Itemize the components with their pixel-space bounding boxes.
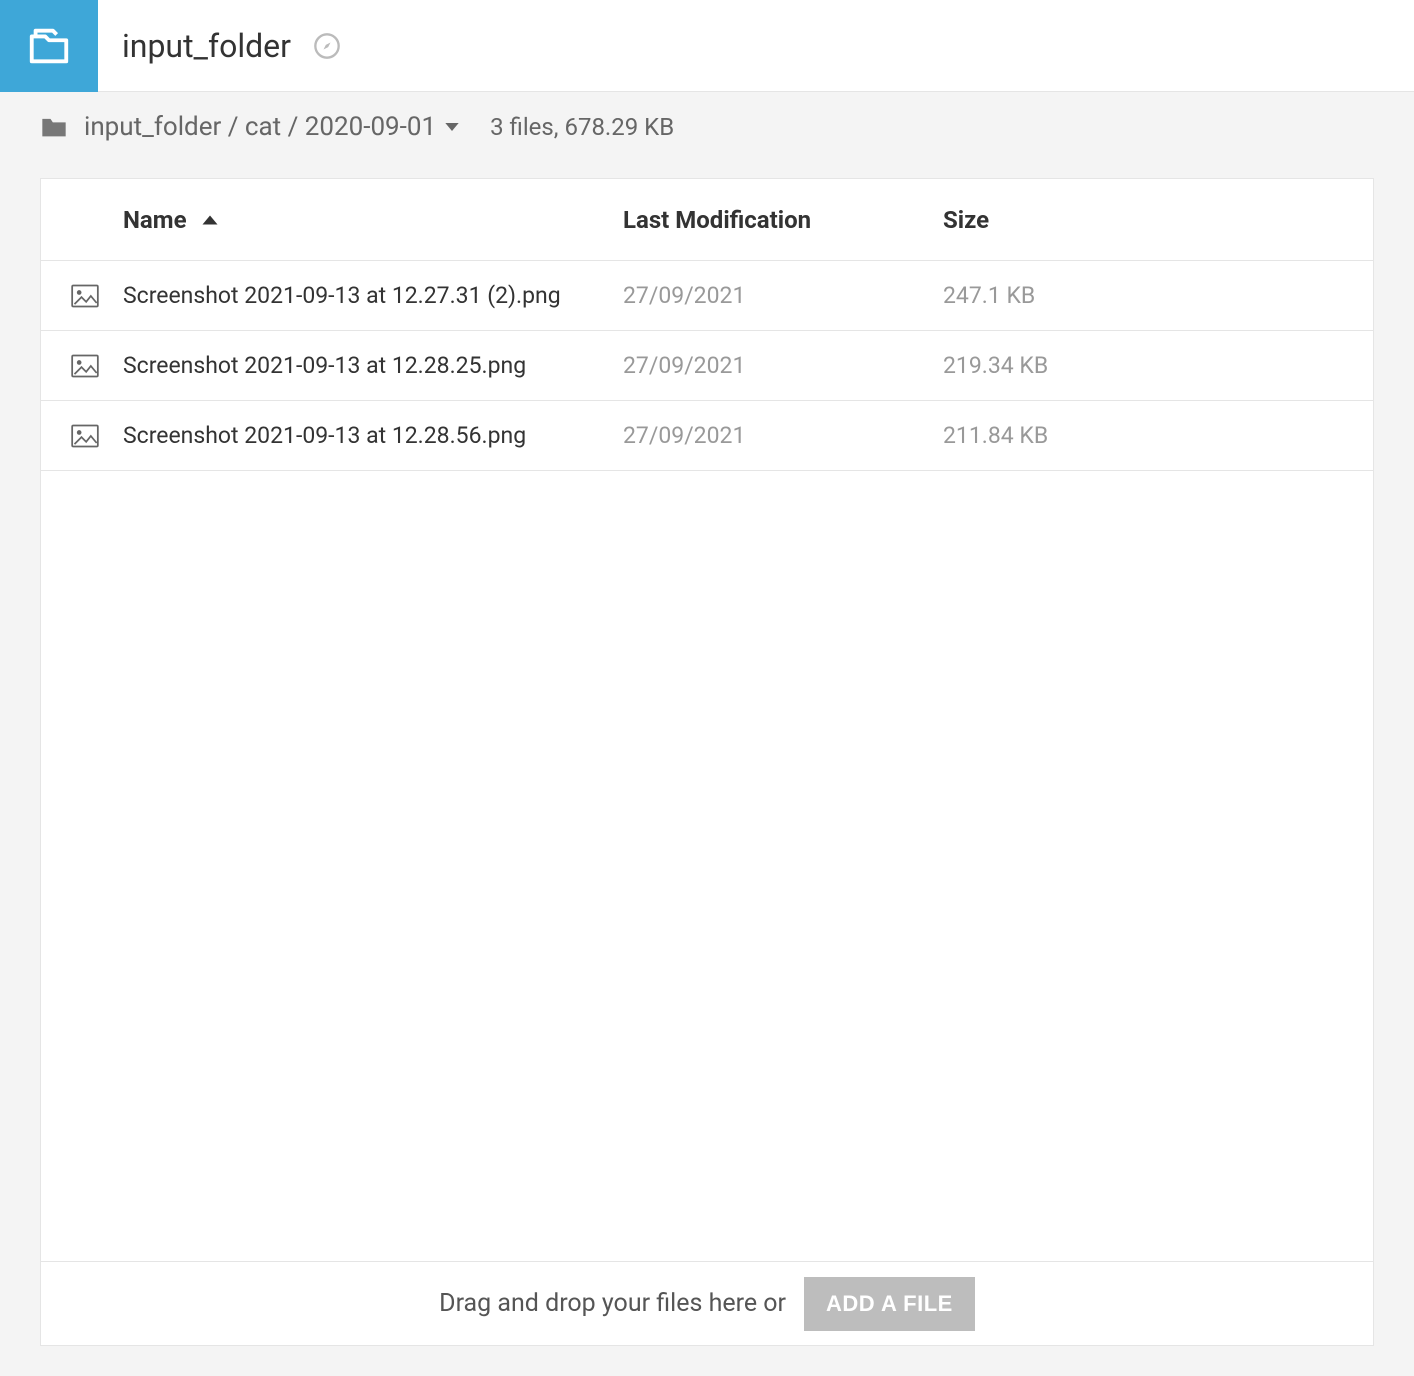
add-file-button[interactable]: ADD A FILE xyxy=(804,1277,975,1331)
drop-zone[interactable]: Drag and drop your files here or ADD A F… xyxy=(41,1261,1373,1345)
table-row[interactable]: Screenshot 2021-09-13 at 12.27.31 (2).pn… xyxy=(41,261,1373,331)
table-body: Screenshot 2021-09-13 at 12.27.31 (2).pn… xyxy=(41,261,1373,1261)
breadcrumb-bar: input_folder / cat / 2020-09-01 3 files,… xyxy=(0,92,1414,162)
chevron-down-icon xyxy=(444,121,460,133)
file-name: Screenshot 2021-09-13 at 12.28.56.png xyxy=(123,422,623,449)
image-icon xyxy=(71,424,123,448)
column-name-label: Name xyxy=(123,206,187,234)
folder-icon xyxy=(40,115,68,139)
page-title: input_folder xyxy=(122,27,291,65)
file-name: Screenshot 2021-09-13 at 12.28.25.png xyxy=(123,352,623,379)
header: input_folder xyxy=(0,0,1414,92)
file-modified: 27/09/2021 xyxy=(623,352,943,379)
table-header: Name Last Modification Size xyxy=(41,179,1373,261)
sort-asc-icon xyxy=(201,213,219,227)
drop-text: Drag and drop your files here or xyxy=(439,1289,786,1318)
file-size: 247.1 KB xyxy=(943,282,1203,309)
breadcrumb[interactable]: input_folder / cat / 2020-09-01 xyxy=(84,112,460,142)
file-size: 219.34 KB xyxy=(943,352,1203,379)
image-icon xyxy=(71,284,123,308)
file-size: 211.84 KB xyxy=(943,422,1203,449)
file-modified: 27/09/2021 xyxy=(623,282,943,309)
image-icon xyxy=(71,354,123,378)
folder-stats: 3 files, 678.29 KB xyxy=(490,113,674,141)
file-modified: 27/09/2021 xyxy=(623,422,943,449)
table-row[interactable]: Screenshot 2021-09-13 at 12.28.25.png 27… xyxy=(41,331,1373,401)
compass-icon[interactable] xyxy=(313,32,341,60)
file-browser: Name Last Modification Size Screenshot 2… xyxy=(40,178,1374,1346)
app-folder-icon[interactable] xyxy=(0,0,98,92)
column-modified[interactable]: Last Modification xyxy=(623,206,943,234)
breadcrumb-path: input_folder / cat / 2020-09-01 xyxy=(84,112,436,142)
table-row[interactable]: Screenshot 2021-09-13 at 12.28.56.png 27… xyxy=(41,401,1373,471)
column-modified-label: Last Modification xyxy=(623,206,811,234)
column-name[interactable]: Name xyxy=(123,206,623,234)
column-size-label: Size xyxy=(943,206,989,234)
column-size[interactable]: Size xyxy=(943,206,1203,234)
file-name: Screenshot 2021-09-13 at 12.27.31 (2).pn… xyxy=(123,282,623,309)
